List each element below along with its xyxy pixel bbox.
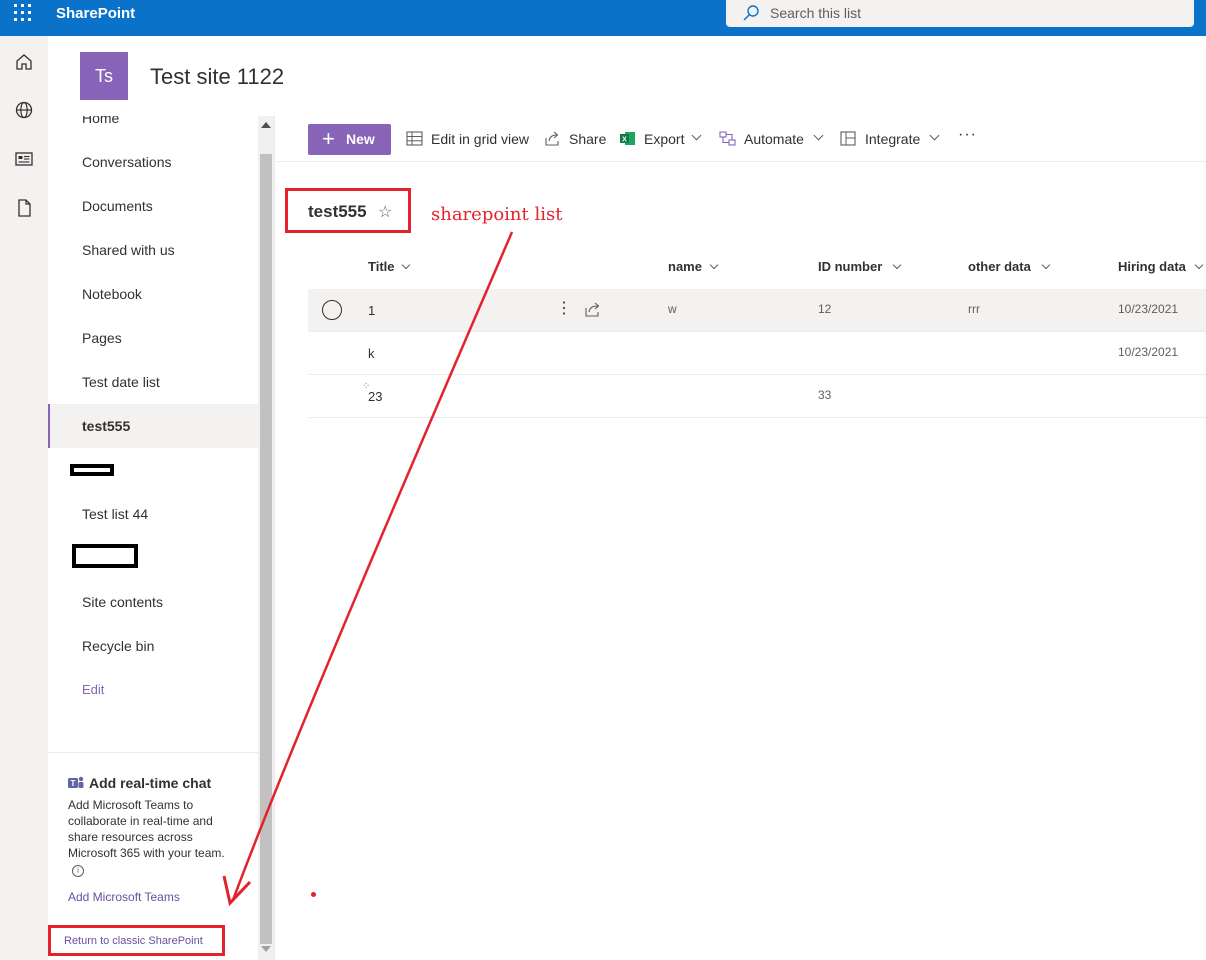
brand-name[interactable]: SharePoint bbox=[56, 5, 135, 22]
chevron-down-icon[interactable] bbox=[892, 260, 902, 270]
suite-bar: SharePoint Search this list bbox=[0, 0, 1206, 36]
automate-icon bbox=[719, 131, 736, 146]
nav-item-shared-with-us[interactable]: Shared with us bbox=[48, 228, 258, 272]
nav-item-test-list-44[interactable]: Test list 44 bbox=[48, 492, 258, 536]
chevron-down-icon[interactable] bbox=[401, 260, 411, 270]
scroll-down-icon[interactable] bbox=[261, 946, 271, 952]
nav-edit-link[interactable]: Edit bbox=[48, 668, 258, 712]
chat-description: Add Microsoft Teams to collaborate in re… bbox=[68, 798, 225, 860]
excel-icon: X bbox=[620, 132, 635, 145]
svg-text:T: T bbox=[71, 779, 76, 788]
news-icon[interactable] bbox=[14, 149, 34, 169]
site-logo[interactable]: Ts bbox=[80, 52, 128, 100]
integrate-icon bbox=[840, 131, 856, 146]
plus-icon: + bbox=[322, 126, 335, 151]
column-header-name[interactable]: name bbox=[668, 259, 702, 274]
app-launcher-icon[interactable] bbox=[14, 4, 34, 24]
annotation-box-list-title bbox=[285, 188, 411, 233]
cell-title[interactable]: 23 bbox=[368, 389, 382, 404]
nav-item-test555[interactable]: test555 bbox=[48, 404, 258, 448]
cell-hiring-data: 10/23/2021 bbox=[1118, 345, 1179, 359]
svg-text:X: X bbox=[622, 137, 627, 144]
annotation-dot bbox=[311, 892, 316, 897]
content-divider bbox=[274, 116, 275, 960]
more-actions-icon[interactable]: ⋮ bbox=[556, 298, 572, 318]
app-bar bbox=[0, 36, 48, 960]
row-select-radio[interactable] bbox=[322, 300, 342, 320]
share-icon bbox=[545, 131, 559, 146]
share-icon[interactable] bbox=[584, 300, 602, 318]
home-icon[interactable] bbox=[14, 52, 34, 72]
scroll-up-icon[interactable] bbox=[261, 122, 271, 128]
cell-other-data: rrr bbox=[968, 302, 980, 316]
cell-id-number: 33 bbox=[818, 388, 832, 402]
cell-title[interactable]: 1 bbox=[368, 303, 375, 318]
cell-id-number: 12 bbox=[818, 302, 832, 316]
table-row[interactable] bbox=[308, 375, 1206, 418]
annotation-box-classic-link bbox=[48, 925, 225, 956]
nav-item-notebook[interactable]: Notebook bbox=[48, 272, 258, 316]
more-options-button[interactable]: ··· bbox=[958, 126, 977, 144]
nav-item-site-contents[interactable]: Site contents bbox=[48, 580, 258, 624]
column-header-other-data[interactable]: other data bbox=[968, 259, 1031, 274]
globe-icon[interactable] bbox=[14, 100, 34, 120]
integrate-button[interactable]: Integrate bbox=[865, 131, 920, 147]
new-button-label: New bbox=[346, 131, 375, 147]
chat-title: Add real-time chat bbox=[89, 775, 212, 791]
search-box[interactable]: Search this list bbox=[726, 0, 1194, 27]
nav-item-pages[interactable]: Pages bbox=[48, 316, 258, 360]
column-header-hiring-data[interactable]: Hiring data bbox=[1118, 259, 1186, 274]
teams-icon: T bbox=[68, 776, 84, 788]
export-button[interactable]: Export bbox=[644, 131, 684, 147]
nav-item-conversations[interactable]: Conversations bbox=[48, 140, 258, 184]
nav-item-documents[interactable]: Documents bbox=[48, 184, 258, 228]
redacted-nav-item bbox=[70, 464, 114, 476]
automate-button[interactable]: Automate bbox=[744, 131, 804, 147]
search-icon bbox=[743, 5, 759, 21]
search-input[interactable]: Search this list bbox=[770, 5, 861, 21]
column-header-title[interactable]: Title bbox=[368, 259, 395, 274]
scroll-thumb[interactable] bbox=[260, 154, 272, 944]
chevron-down-icon[interactable] bbox=[1194, 260, 1204, 270]
chevron-down-icon[interactable] bbox=[1041, 260, 1051, 270]
edit-grid-view-button[interactable]: Edit in grid view bbox=[431, 131, 529, 147]
cell-name: w bbox=[668, 302, 677, 316]
cell-title[interactable]: k bbox=[368, 346, 375, 361]
nav-divider bbox=[48, 752, 258, 753]
nav-item-home[interactable]: Home bbox=[48, 116, 258, 140]
nav-item-recycle-bin[interactable]: Recycle bin bbox=[48, 624, 258, 668]
table-row[interactable] bbox=[308, 332, 1206, 375]
nav-scrollbar[interactable] bbox=[258, 116, 274, 960]
file-icon[interactable] bbox=[14, 198, 34, 218]
share-button[interactable]: Share bbox=[569, 131, 606, 147]
cell-hiring-data: 10/23/2021 bbox=[1118, 302, 1179, 316]
add-microsoft-teams-link[interactable]: Add Microsoft Teams bbox=[68, 890, 180, 904]
site-title[interactable]: Test site 1122 bbox=[150, 64, 284, 90]
table-row[interactable] bbox=[308, 289, 1206, 332]
column-header-id-number[interactable]: ID number bbox=[818, 259, 882, 274]
grid-icon bbox=[406, 131, 423, 146]
info-icon[interactable]: i bbox=[72, 865, 84, 877]
redacted-nav-item bbox=[72, 544, 138, 568]
nav-item-test-date-list[interactable]: Test date list bbox=[48, 360, 258, 404]
annotation-label: sharepoint list bbox=[431, 204, 563, 225]
chevron-down-icon[interactable] bbox=[709, 260, 719, 270]
new-button[interactable]: + New bbox=[308, 124, 391, 155]
